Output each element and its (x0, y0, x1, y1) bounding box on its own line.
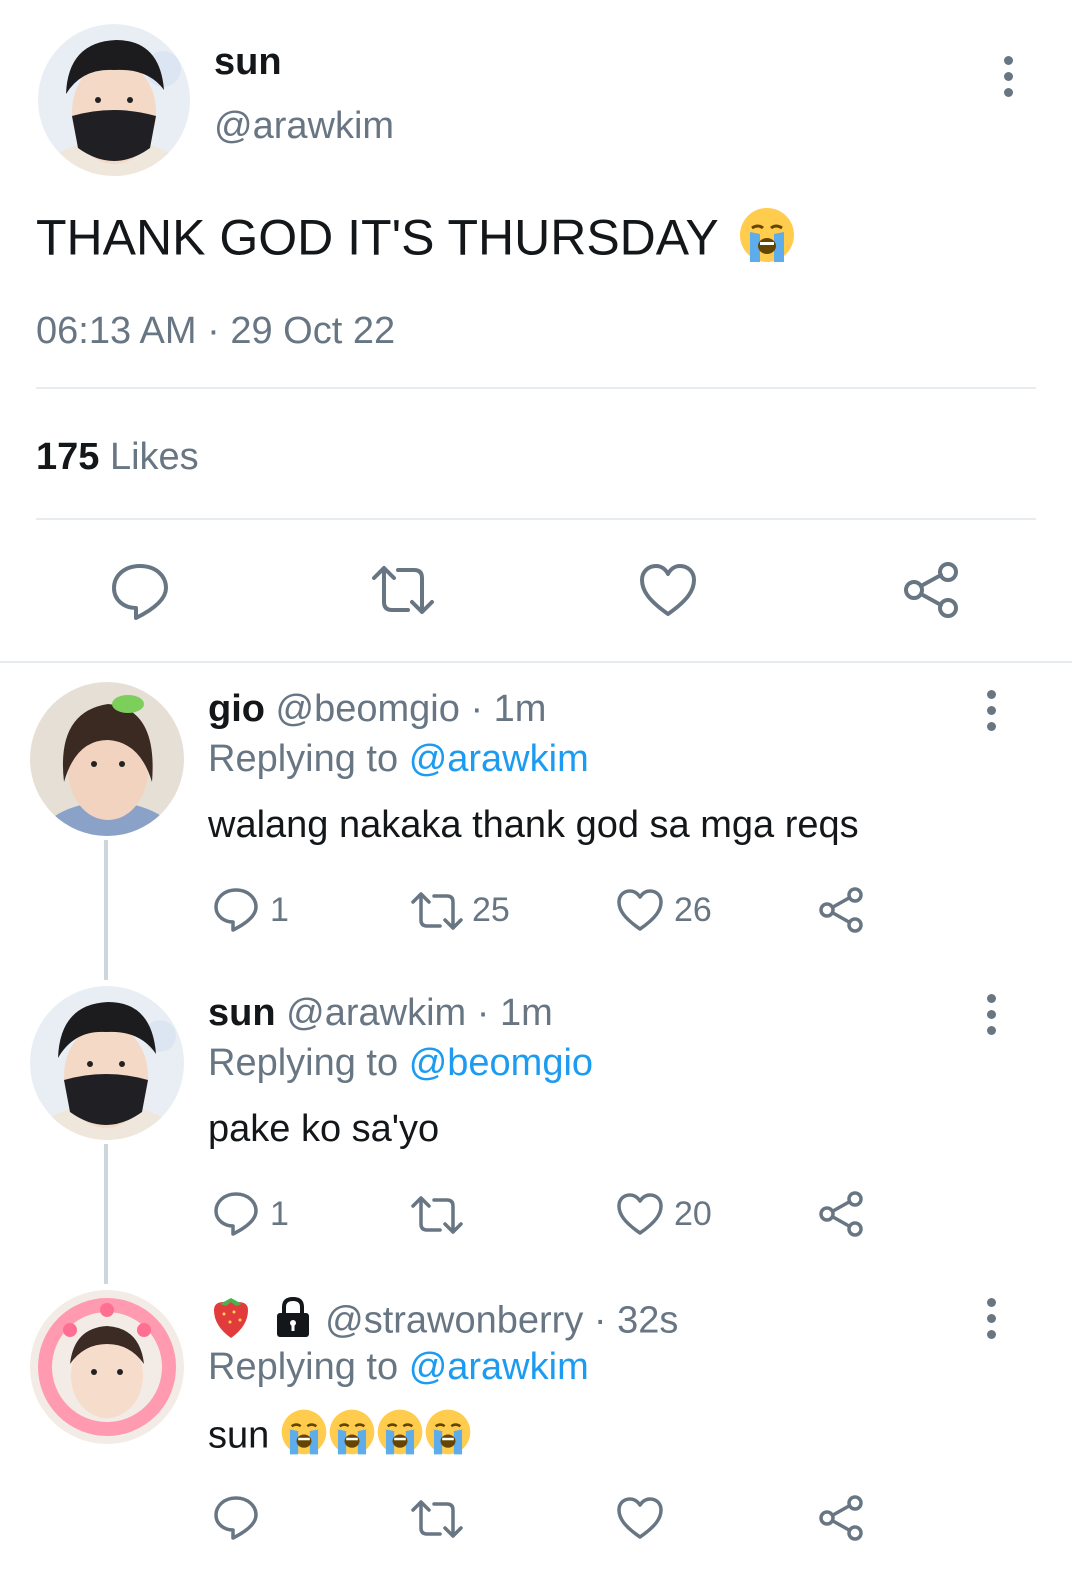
reply-2-text: pake ko sa'yo (208, 1108, 440, 1150)
reply-3-text-content: sun (208, 1414, 270, 1457)
share-icon[interactable] (818, 1494, 866, 1542)
reply-3-text: sun (208, 1408, 472, 1467)
reply-avatar-sun[interactable] (30, 986, 184, 1140)
reply-3-sep: · (593, 1299, 607, 1342)
replying-to-label: Replying to (208, 1346, 399, 1388)
time-separator: · (207, 310, 220, 352)
reply-1-retweet-count: 25 (472, 891, 510, 929)
tweet-date: 29 Oct 22 (230, 310, 396, 352)
reply-3-time: 32s (617, 1299, 679, 1342)
reply-3-replying-line: Replying to @arawkim (208, 1344, 589, 1390)
likes-count: 175 (36, 436, 100, 478)
retweet-icon[interactable] (370, 562, 436, 618)
reply-icon[interactable] (212, 1494, 260, 1542)
share-icon[interactable] (818, 886, 866, 934)
like-icon[interactable] (638, 562, 698, 618)
like-icon[interactable] (616, 888, 664, 932)
likes-label: Likes (109, 436, 199, 478)
crying-emoji-icon (738, 206, 796, 277)
likes-stat[interactable]: 175 Likes (36, 434, 199, 480)
more-options-icon[interactable] (985, 1298, 997, 1342)
reply-1-time: 1m (493, 688, 547, 730)
crying-emoji-icon (424, 1408, 472, 1467)
replying-to-label: Replying to (208, 738, 399, 780)
reply-2-reply-count: 1 (270, 1195, 289, 1233)
reply-2-handle[interactable]: @arawkim (286, 992, 466, 1034)
reply-icon[interactable] (108, 560, 172, 624)
like-icon[interactable] (616, 1496, 664, 1540)
reply-1-replying-line: Replying to @arawkim (208, 736, 589, 782)
main-tweet-text: THANK GOD IT'S THURSDAY (36, 206, 796, 277)
thread-line-1 (104, 840, 108, 980)
crying-emoji-icon (376, 1408, 424, 1467)
strawberry-emoji-icon (208, 1294, 254, 1351)
reply-1-display-name[interactable]: gio (208, 688, 265, 730)
share-icon[interactable] (902, 560, 962, 620)
replying-to-link[interactable]: @arawkim (409, 1346, 589, 1388)
retweet-icon[interactable] (410, 1498, 464, 1540)
share-icon[interactable] (818, 1190, 866, 1238)
replying-to-label: Replying to (208, 1042, 399, 1084)
reply-2-replying-line: Replying to @beomgio (208, 1040, 593, 1086)
main-tweet-text-content: THANK GOD IT'S THURSDAY (36, 209, 718, 266)
reply-1-sep: · (470, 688, 484, 730)
reply-2-like-count: 20 (674, 1195, 712, 1233)
reply-3-header: @strawonberry · 32s (208, 1294, 678, 1351)
reply-3-handle[interactable]: @strawonberry (325, 1300, 583, 1342)
reply-1-handle[interactable]: @beomgio (276, 688, 460, 730)
divider-top (36, 387, 1036, 389)
reply-2-time: 1m (499, 992, 553, 1034)
main-handle[interactable]: @arawkim (214, 104, 394, 148)
more-options-icon[interactable] (1002, 56, 1014, 100)
retweet-icon[interactable] (410, 1194, 464, 1236)
reply-icon[interactable] (212, 886, 260, 934)
retweet-icon[interactable] (410, 890, 464, 932)
divider-replies (0, 661, 1072, 663)
reply-2-sep: · (476, 992, 490, 1034)
crying-emoji-icon (328, 1408, 376, 1467)
more-options-icon[interactable] (985, 690, 997, 734)
reply-1-header: gio @beomgio · 1m (208, 686, 546, 732)
main-avatar[interactable] (38, 24, 190, 176)
replying-to-link[interactable]: @arawkim (409, 738, 589, 780)
more-options-icon[interactable] (985, 994, 997, 1038)
reply-1-like-count: 26 (674, 891, 712, 929)
main-display-name[interactable]: sun (214, 40, 282, 84)
reply-2-header: sun @arawkim · 1m (208, 990, 553, 1036)
like-icon[interactable] (616, 1192, 664, 1236)
reply-icon[interactable] (212, 1190, 260, 1238)
lock-icon (271, 1295, 315, 1350)
crying-emoji-icon (280, 1408, 328, 1467)
reply-avatar-strawonberry[interactable] (30, 1290, 184, 1444)
reply-2-display-name[interactable]: sun (208, 992, 276, 1034)
tweet-time: 06:13 AM (36, 310, 197, 352)
timestamp[interactable]: 06:13 AM · 29 Oct 22 (36, 308, 395, 354)
reply-avatar-gio[interactable] (30, 682, 184, 836)
reply-1-reply-count: 1 (270, 891, 289, 929)
divider-mid (36, 518, 1036, 520)
replying-to-link[interactable]: @beomgio (409, 1042, 593, 1084)
reply-1-text: walang nakaka thank god sa mga reqs (208, 804, 859, 846)
thread-line-2 (104, 1144, 108, 1284)
